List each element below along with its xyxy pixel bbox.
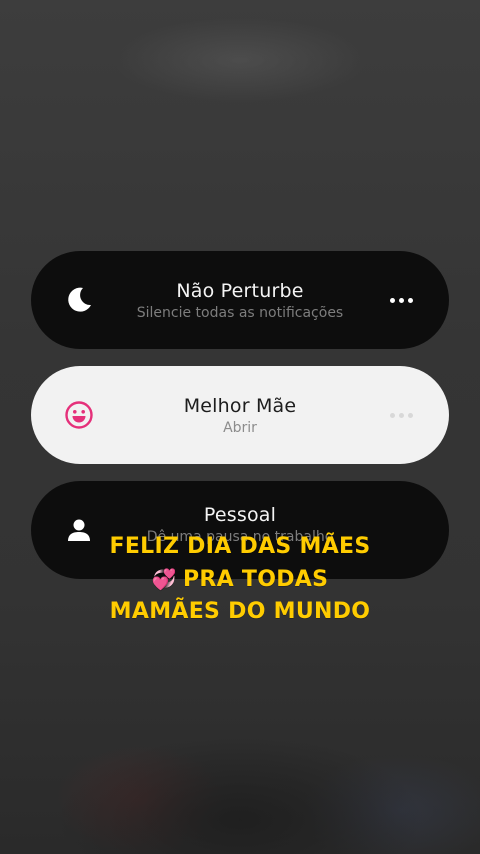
ellipsis-dot-icon xyxy=(398,297,404,303)
ellipsis-dot-icon xyxy=(389,297,395,303)
ellipsis-dot-icon xyxy=(407,412,413,418)
focus-mode-title: Pessoal xyxy=(203,504,277,526)
more-options-button[interactable] xyxy=(383,402,419,428)
ellipsis-dot-icon xyxy=(398,412,404,418)
focus-mode-subtitle: Abrir xyxy=(223,419,257,436)
more-options-button[interactable] xyxy=(383,287,419,313)
ellipsis-dot-icon xyxy=(389,412,395,418)
moon-icon xyxy=(61,282,97,318)
focus-mode-title: Melhor Mãe xyxy=(183,394,297,417)
focus-mode-melhor-mae[interactable]: Melhor Mãe Abrir xyxy=(31,366,449,464)
focus-mode-title: Não Perturbe xyxy=(176,279,304,302)
caption-line-2: 💞 PRA TODAS xyxy=(0,563,480,596)
caption-line-3: MAMÃES DO MUNDO xyxy=(109,599,371,624)
ellipsis-dot-icon xyxy=(407,297,413,303)
caption-line-2-text: PRA TODAS xyxy=(182,567,329,592)
caption-line-1: FELIZ DIA DAS MÃES xyxy=(109,534,371,559)
focus-mode-subtitle: Silencie todas as notificações xyxy=(136,304,344,321)
smiley-face-icon xyxy=(61,397,97,433)
overlay-caption: FELIZ DIA DAS MÃES 💞 PRA TODAS MAMÃES DO … xyxy=(0,531,480,628)
focus-mode-do-not-disturb[interactable]: Não Perturbe Silencie todas as notificaç… xyxy=(31,251,449,349)
revolving-hearts-icon: 💞 xyxy=(151,567,177,591)
